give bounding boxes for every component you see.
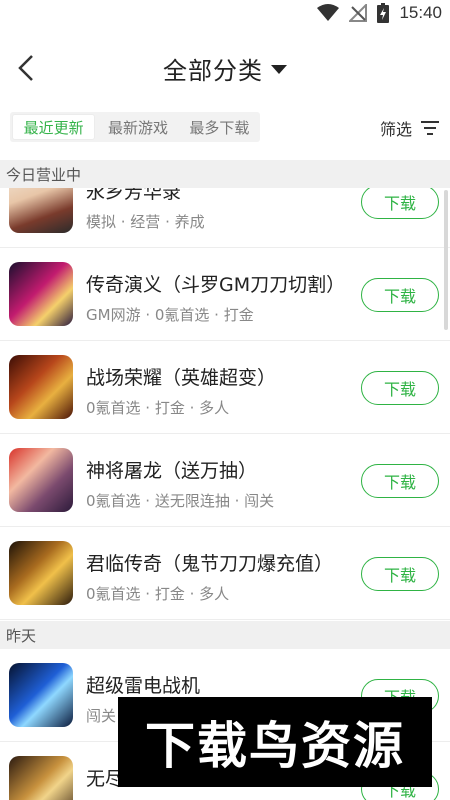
- filter-label: 筛选: [379, 120, 412, 139]
- game-tags: 0氪首选 · 打金 · 多人: [86, 399, 230, 417]
- game-thumbnail: [9, 188, 73, 233]
- list-item[interactable]: 战场荣耀（英雄超变） 0氪首选 · 打金 · 多人 下载: [0, 341, 450, 434]
- header: 全部分类: [0, 36, 450, 100]
- back-button[interactable]: [8, 50, 44, 86]
- game-name: 神将屠龙（送万抽）: [86, 460, 258, 482]
- battery-charging-icon: [377, 3, 390, 23]
- tab-most-downloads[interactable]: 最多下载: [179, 112, 260, 142]
- section-header-yesterday: 昨天: [0, 621, 450, 649]
- filter-lines-icon: [421, 121, 439, 135]
- game-name: 永乡芳华录: [86, 188, 182, 203]
- download-button[interactable]: 下载: [361, 557, 439, 591]
- list-item[interactable]: 君临传奇（鬼节刀刀爆充值） 0氪首选 · 打金 · 多人 下载: [0, 527, 450, 620]
- list-item[interactable]: 永乡芳华录 模拟 · 经营 · 养成 下载: [0, 188, 450, 248]
- game-name: 传奇演义（斗罗GM刀刀切割）: [86, 274, 346, 296]
- download-button[interactable]: 下载: [361, 188, 439, 219]
- game-tags: 模拟 · 经营 · 养成: [86, 213, 205, 231]
- list-item[interactable]: 传奇演义（斗罗GM刀刀切割） GM网游 · 0氪首选 · 打金 下载: [0, 248, 450, 341]
- section-header-today: 今日营业中: [0, 160, 450, 188]
- game-thumbnail: [9, 448, 73, 512]
- game-thumbnail: [9, 262, 73, 326]
- game-tags: GM网游 · 0氪首选 · 打金: [86, 306, 254, 324]
- tab-newest-games[interactable]: 最新游戏: [97, 112, 178, 142]
- sort-tabs: 最近更新 最新游戏 最多下载: [10, 112, 260, 142]
- chevron-left-icon: [18, 55, 33, 81]
- game-tags: 0氪首选 · 送无限连抽 · 闯关: [86, 492, 275, 510]
- caret-down-icon: [271, 64, 287, 74]
- scrollbar[interactable]: [444, 190, 448, 330]
- filter-button[interactable]: 筛选: [380, 116, 440, 140]
- download-button[interactable]: 下载: [361, 464, 439, 498]
- tabs-row: 最近更新 最新游戏 最多下载 筛选: [0, 110, 450, 146]
- tab-recent-update[interactable]: 最近更新: [12, 114, 96, 140]
- signal-off-icon: [349, 4, 368, 22]
- game-name: 君临传奇（鬼节刀刀爆充值）: [86, 553, 334, 575]
- watermark: 下载鸟资源: [118, 697, 432, 787]
- download-button[interactable]: 下载: [361, 371, 439, 405]
- wifi-icon: [317, 4, 340, 22]
- status-time: 15:40: [399, 3, 442, 22]
- game-thumbnail: [9, 355, 73, 419]
- category-dropdown[interactable]: 全部分类: [163, 51, 287, 86]
- game-list-today: 永乡芳华录 模拟 · 经营 · 养成 下载 传奇演义（斗罗GM刀刀切割） GM网…: [0, 188, 450, 620]
- game-name: 超级雷电战机: [86, 675, 201, 697]
- game-thumbnail: [9, 541, 73, 605]
- status-bar: 15:40: [0, 0, 450, 26]
- list-item[interactable]: 神将屠龙（送万抽） 0氪首选 · 送无限连抽 · 闯关 下载: [0, 434, 450, 527]
- download-button[interactable]: 下载: [361, 278, 439, 312]
- game-thumbnail: [9, 756, 73, 800]
- page-title: 全部分类: [163, 56, 263, 85]
- game-thumbnail: [9, 663, 73, 727]
- watermark-text: 下载鸟资源: [145, 717, 405, 775]
- game-tags: 0氪首选 · 打金 · 多人: [86, 585, 230, 603]
- game-name: 战场荣耀（英雄超变）: [86, 367, 277, 389]
